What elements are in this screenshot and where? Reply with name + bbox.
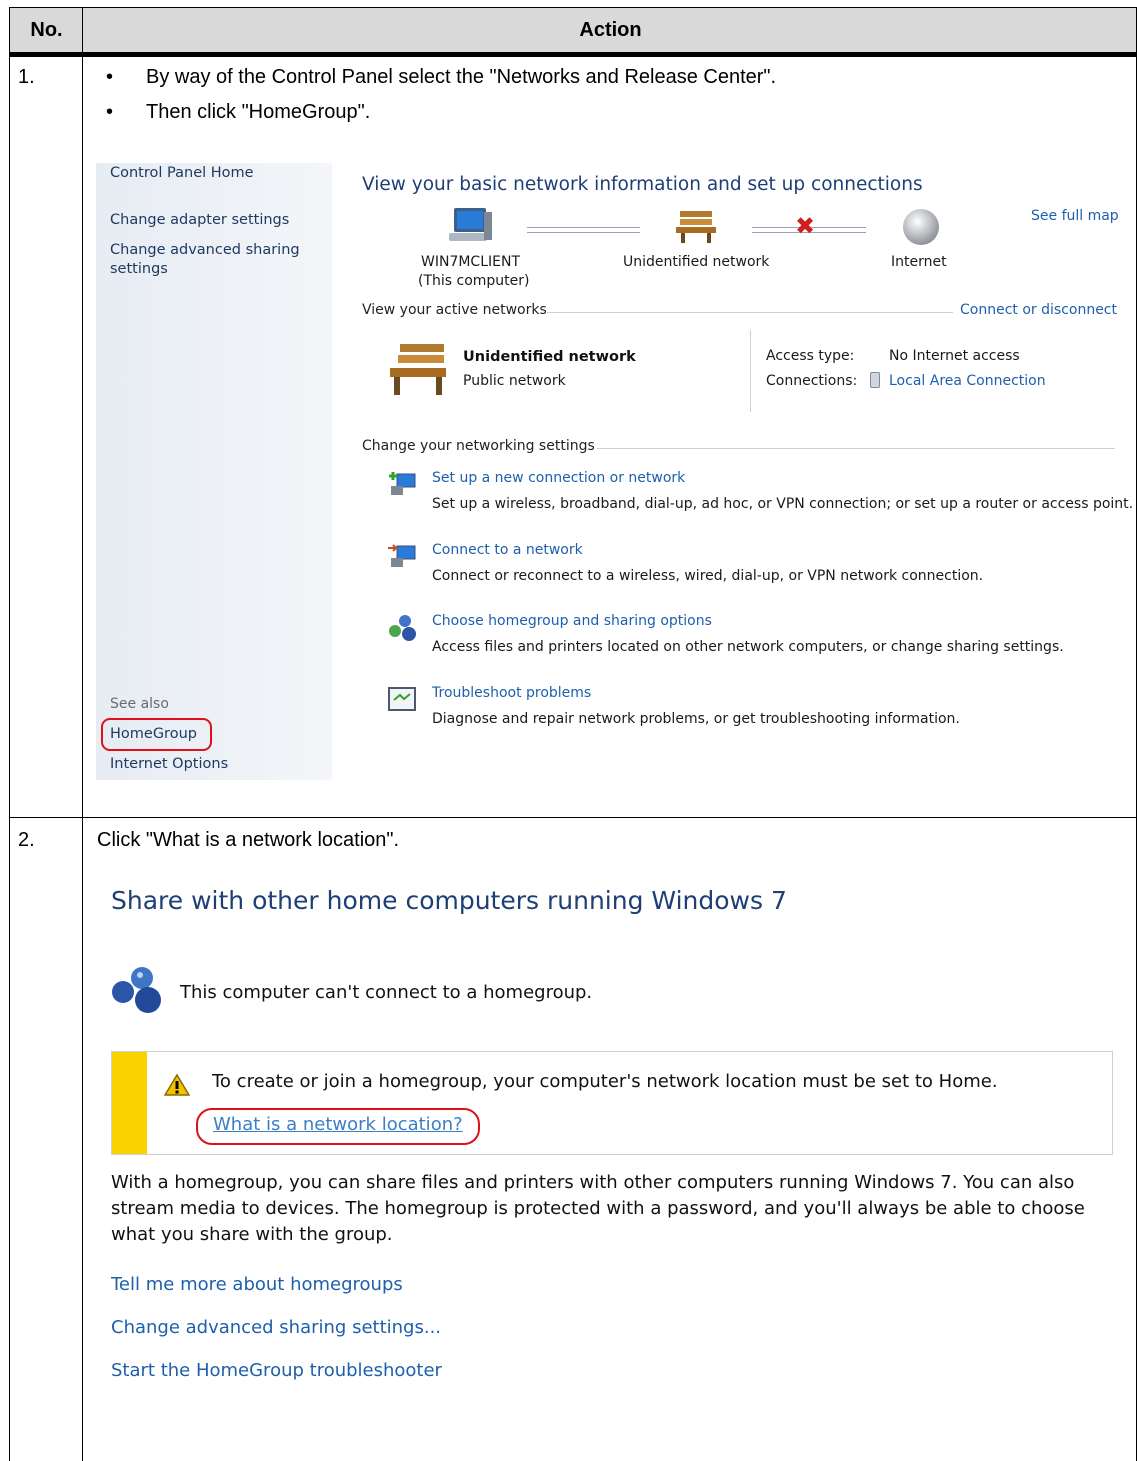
header-no: No. (30, 19, 63, 41)
warning-message: To create or join a homegroup, your comp… (212, 1071, 998, 1092)
homegroup-page-title: Share with other home computers running … (111, 886, 787, 915)
step-number-1: 1. (18, 66, 35, 88)
task-title[interactable]: Connect to a network (432, 542, 583, 558)
connection-line (527, 227, 640, 233)
active-network-type[interactable]: Public network (463, 373, 566, 389)
step1-bullet-2: Then click "HomeGroup". (146, 101, 371, 123)
row-divider (9, 817, 1137, 818)
sidebar-item-change-adapter[interactable]: Change adapter settings (110, 212, 289, 228)
sidebar-item-change-advanced[interactable]: Change advanced sharing (110, 242, 300, 258)
task-description: Access files and printers located on oth… (432, 639, 1064, 655)
start-troubleshooter-link[interactable]: Start the HomeGroup troubleshooter (111, 1360, 442, 1381)
bullet-dot: • (106, 101, 114, 123)
change-advanced-sharing-link[interactable]: Change advanced sharing settings... (111, 1317, 441, 1338)
bullet-dot: • (106, 66, 114, 88)
see-full-map-link[interactable]: See full map (1031, 208, 1119, 224)
task-title[interactable]: Set up a new connection or network (432, 470, 685, 486)
change-settings-heading: Change your networking settings (362, 438, 595, 454)
active-network-name: Unidentified network (463, 349, 636, 365)
connections-label: Connections: (766, 373, 858, 389)
internet-label: Internet (891, 254, 947, 270)
vertical-divider (750, 330, 751, 412)
column-divider (82, 52, 83, 1461)
homegroup-description-line: what you share with the group. (111, 1224, 393, 1245)
access-type-value: No Internet access (889, 348, 1020, 364)
error-x-icon: ✖ (795, 212, 816, 240)
homegroup-description-line: With a homegroup, you can share files an… (111, 1172, 1075, 1193)
tell-me-more-link[interactable]: Tell me more about homegroups (111, 1274, 403, 1295)
connect-network-icon (388, 544, 416, 567)
section-divider (547, 312, 953, 313)
warning-icon (164, 1073, 190, 1096)
sidebar-link-homegroup[interactable]: HomeGroup (110, 726, 197, 742)
header-action: Action (579, 19, 642, 41)
globe-icon (903, 209, 939, 245)
sidebar-item-control-panel-home[interactable]: Control Panel Home (110, 165, 254, 181)
homegroup-description-line: stream media to devices. The homegroup i… (111, 1198, 1085, 1219)
new-connection-icon (389, 472, 416, 495)
see-also-label: See also (110, 696, 169, 712)
task-title[interactable]: Choose homegroup and sharing options (432, 613, 712, 629)
task-description: Set up a wireless, broadband, dial-up, a… (432, 496, 1134, 512)
step1-bullet-1: By way of the Control Panel select the "… (146, 66, 777, 88)
troubleshoot-icon (388, 687, 416, 711)
header-rule (9, 52, 1137, 57)
computer-subtitle: (This computer) (418, 273, 530, 289)
ethernet-icon (870, 372, 880, 388)
connect-disconnect-link[interactable]: Connect or disconnect (960, 302, 1117, 318)
sidebar-item-change-advanced-cont[interactable]: settings (110, 261, 168, 277)
bench-icon (676, 211, 716, 243)
homegroup-icon (112, 967, 161, 1013)
task-description: Connect or reconnect to a wireless, wire… (432, 568, 984, 584)
network-label: Unidentified network (623, 254, 770, 270)
section-divider (597, 448, 1115, 449)
computer-name: WIN7MCLIENT (421, 254, 521, 270)
homegroup-icon (389, 615, 416, 641)
what-is-network-location-link[interactable]: What is a network location? (213, 1114, 463, 1135)
header-divider (82, 7, 83, 52)
bench-icon (390, 344, 446, 395)
task-description: Diagnose and repair network problems, or… (432, 711, 960, 727)
step-number-2: 2. (18, 829, 35, 851)
task-title[interactable]: Troubleshoot problems (432, 685, 591, 701)
computer-icon (449, 208, 492, 241)
step2-instruction: Click "What is a network location". (97, 829, 400, 851)
page-title: View your basic network information and … (362, 174, 923, 195)
local-area-connection-link[interactable]: Local Area Connection (889, 373, 1046, 389)
warning-stripe (112, 1052, 147, 1154)
table-header: No. Action (9, 7, 1137, 53)
active-networks-heading: View your active networks (362, 302, 547, 318)
sidebar-link-internet-options[interactable]: Internet Options (110, 756, 228, 772)
table-left-border (9, 7, 10, 1461)
homegroup-status: This computer can't connect to a homegro… (180, 982, 593, 1003)
access-type-label: Access type: (766, 348, 855, 364)
